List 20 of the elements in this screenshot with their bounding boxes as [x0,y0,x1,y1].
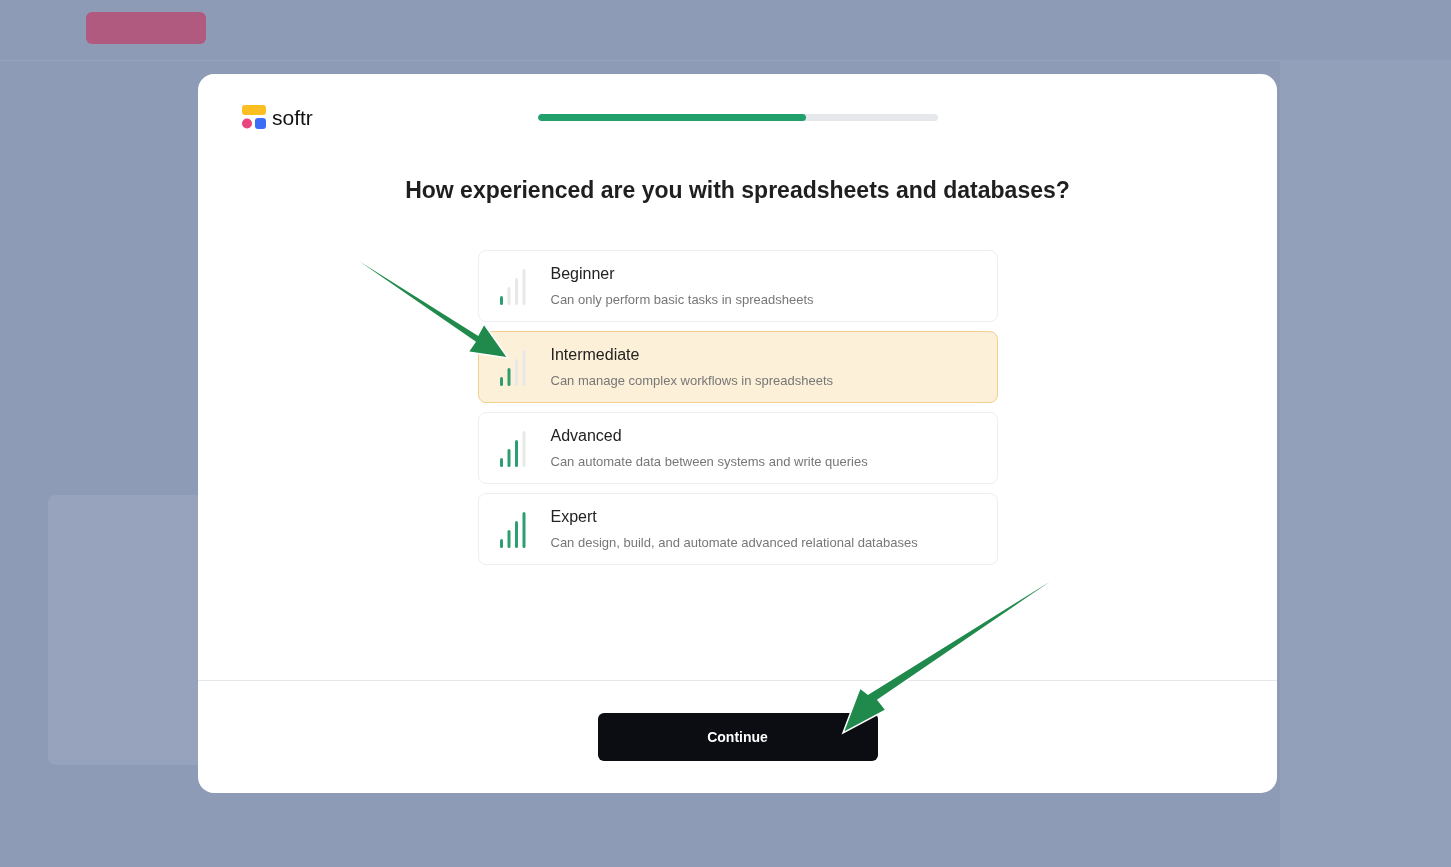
continue-button[interactable]: Continue [597,713,878,761]
option-card[interactable]: Intermediate Can manage complex workflows in spreadsheets [477,330,998,403]
option-title: Expert [550,506,598,527]
signal-bars-icon [498,347,527,386]
option-description: Can automate data between systems and write queries [550,452,868,471]
option-card[interactable]: Advanced Can automate data between systems and write queries [477,411,998,484]
option-card[interactable]: Expert Can design, build, and automate advanced relational databases [477,492,998,565]
option-description: Can design, build, and automate advanced relational databases [550,533,918,552]
signal-bars-icon [498,509,527,548]
option-description: Can manage complex workflows in spreadsheets [550,371,834,390]
signal-bars-icon [498,266,527,305]
question-heading: How experienced are you with spreadsheets and databases? [405,176,1070,205]
signal-bars-icon [498,428,527,467]
logo-icon [242,105,266,129]
option-title: Intermediate [550,344,641,365]
option-description: Can only perform basic tasks in spreadsheets [550,290,814,309]
logo-text: softr [272,106,313,128]
option-title: Beginner [550,263,616,284]
option-title: Advanced [550,425,623,446]
option-card[interactable]: Beginner Can only perform basic tasks in spreadsheets [477,249,998,322]
